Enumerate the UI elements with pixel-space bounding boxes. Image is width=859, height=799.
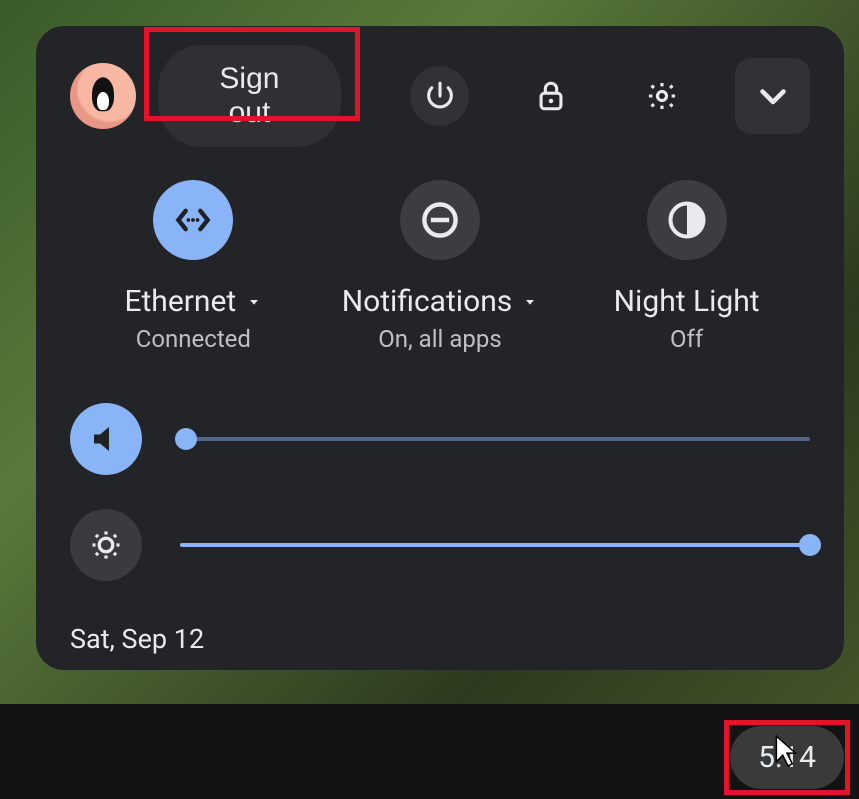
settings-button[interactable] <box>632 66 691 126</box>
sign-out-button[interactable]: Sign out <box>158 45 341 147</box>
network-status: Connected <box>136 325 251 353</box>
network-toggle[interactable] <box>153 180 233 260</box>
clock-time: 5:14 <box>758 740 816 775</box>
tile-notifications: Notifications On, all apps <box>320 180 560 353</box>
notifications-title: Notifications <box>342 284 513 319</box>
notifications-status: On, all apps <box>378 325 502 353</box>
sign-out-container: Sign out <box>158 45 341 147</box>
dnd-icon <box>418 198 462 242</box>
caret-down-icon <box>522 294 538 310</box>
user-avatar[interactable] <box>70 63 136 129</box>
status-area: 5:14 <box>730 726 844 789</box>
brightness-button[interactable] <box>70 509 142 581</box>
clock-pill[interactable]: 5:14 <box>730 726 844 789</box>
tile-night-light: Night Light Off <box>567 180 807 353</box>
ethernet-icon <box>171 198 215 242</box>
chevron-down-icon <box>755 78 791 114</box>
collapse-button[interactable] <box>735 58 810 134</box>
night-light-title-row[interactable]: Night Light <box>614 284 760 319</box>
brightness-row <box>70 509 810 581</box>
notifications-toggle[interactable] <box>400 180 480 260</box>
volume-row <box>70 403 810 475</box>
slider-track <box>180 437 810 441</box>
night-light-icon <box>665 198 709 242</box>
power-icon <box>423 79 457 113</box>
notifications-title-row[interactable]: Notifications <box>342 284 539 319</box>
brightness-slider[interactable] <box>180 533 810 557</box>
volume-button[interactable] <box>70 403 142 475</box>
brightness-icon <box>88 527 124 563</box>
lock-button[interactable] <box>521 66 580 126</box>
speaker-icon <box>88 421 124 457</box>
night-light-toggle[interactable] <box>647 180 727 260</box>
slider-thumb[interactable] <box>799 534 821 556</box>
lock-icon <box>534 79 568 113</box>
network-title-row[interactable]: Ethernet <box>124 284 262 319</box>
slider-thumb[interactable] <box>175 428 197 450</box>
quick-settings-panel: Sign out Ethernet Connected <box>36 26 844 670</box>
power-button[interactable] <box>410 66 469 126</box>
gear-icon <box>645 79 679 113</box>
volume-slider[interactable] <box>180 427 810 451</box>
quick-tiles-row: Ethernet Connected Notifications On, all… <box>70 180 810 353</box>
panel-header: Sign out <box>70 56 810 136</box>
tile-network: Ethernet Connected <box>73 180 313 353</box>
night-light-status: Off <box>670 325 703 353</box>
caret-down-icon <box>246 294 262 310</box>
network-title: Ethernet <box>124 284 236 319</box>
night-light-title: Night Light <box>614 284 760 319</box>
slider-fill <box>180 543 810 547</box>
date-label[interactable]: Sat, Sep 12 <box>70 623 810 655</box>
